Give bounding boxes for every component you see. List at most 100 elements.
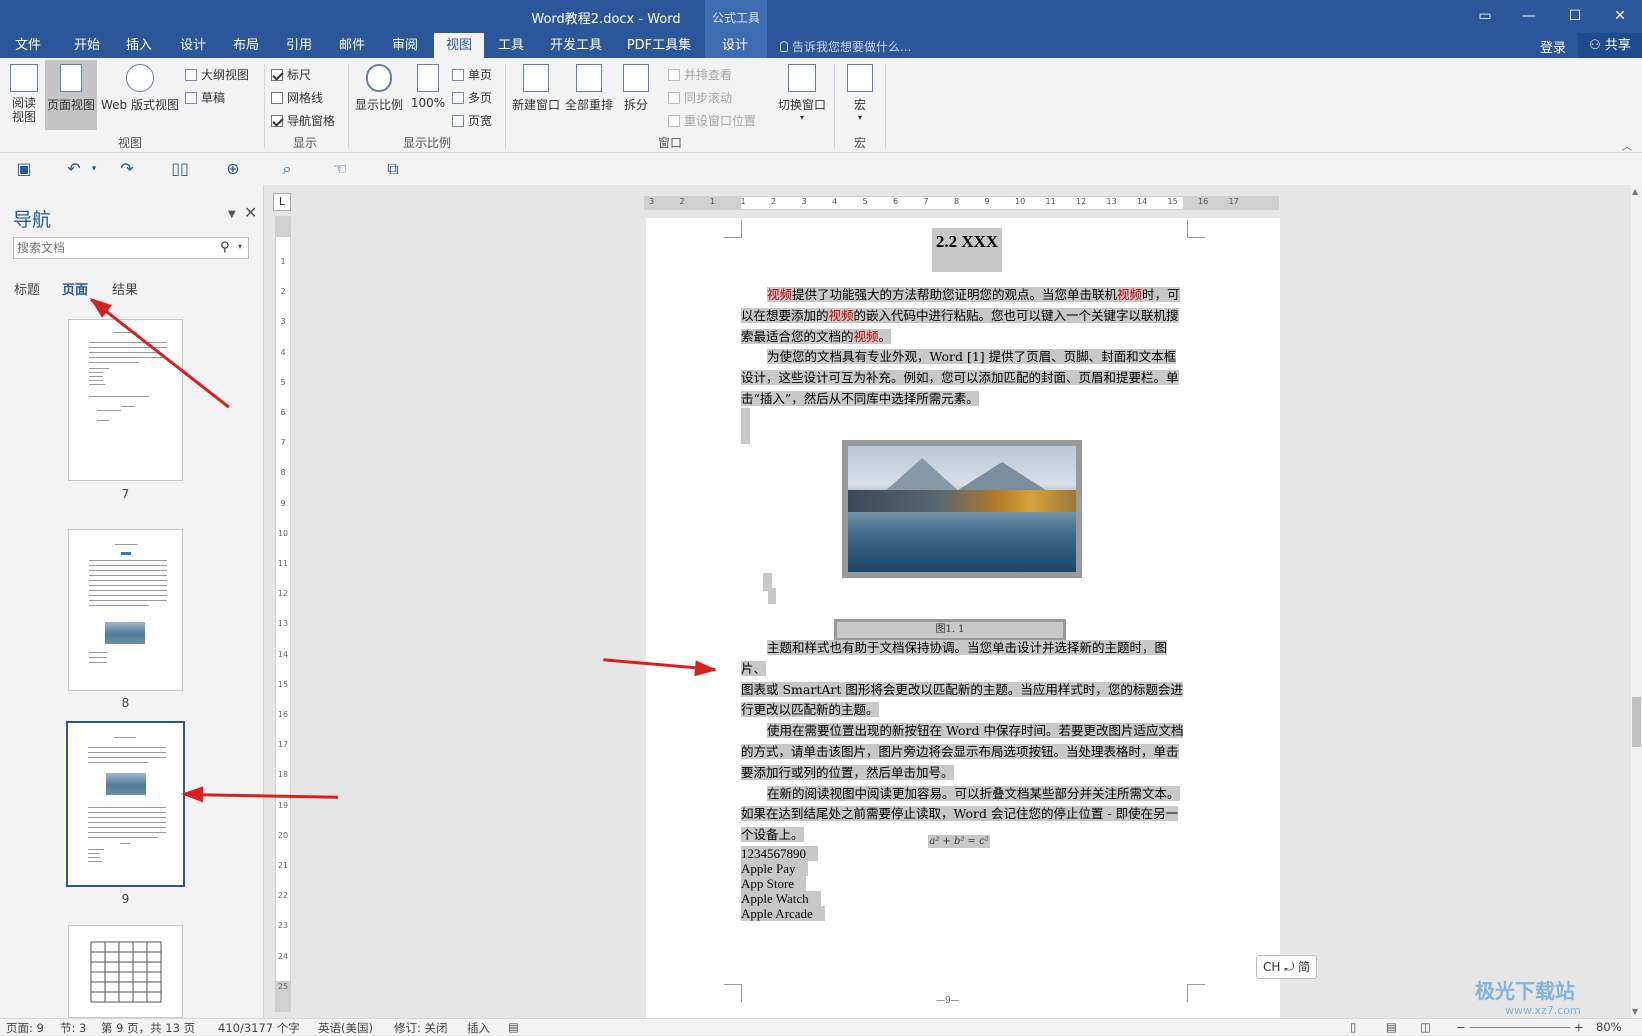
document-image[interactable] <box>842 440 1082 578</box>
print-layout-button[interactable]: 页面视图 <box>45 60 97 130</box>
outline-button[interactable]: 大纲视图 <box>185 66 249 83</box>
status-language[interactable]: 英语(美国) <box>318 1020 373 1036</box>
ruler-mark: 1 <box>710 197 716 206</box>
macro-record-icon[interactable]: ▤ <box>508 1020 519 1034</box>
magnifier-icon <box>366 64 392 92</box>
gridlines-checkbox[interactable]: 网格线 <box>271 89 323 106</box>
view-side-by-side-button[interactable]: 并排查看 <box>668 66 732 83</box>
web-icon[interactable]: ⊕ <box>223 159 243 179</box>
nav-tab-results[interactable]: 结果 <box>112 279 138 298</box>
search-icon[interactable]: ⚲ <box>220 240 230 255</box>
status-page-of[interactable]: 第 9 页，共 13 页 <box>101 1020 195 1036</box>
draft-button[interactable]: 草稿 <box>185 89 225 106</box>
web-layout-button[interactable]: Web 版式视图 <box>99 64 181 113</box>
share-button[interactable]: ⚇ 共享 <box>1578 33 1642 58</box>
touch-mode-icon[interactable]: ☜ <box>330 159 350 179</box>
nav-options-chevron-icon[interactable]: ▼ <box>228 209 236 220</box>
page-thumbnail-8[interactable] <box>68 529 183 691</box>
status-section[interactable]: 节: 3 <box>60 1020 86 1036</box>
ruler-mark: 7 <box>923 197 929 206</box>
synchronous-scrolling-button[interactable]: 同步滚动 <box>668 89 732 106</box>
split-button[interactable]: 拆分 <box>618 64 654 113</box>
tab-file[interactable]: 文件 <box>5 33 51 58</box>
zoom-100-button[interactable]: 100% <box>410 64 446 110</box>
tab-pdf-tools[interactable]: PDF工具集 <box>620 33 698 58</box>
tab-home[interactable]: 开始 <box>64 33 110 58</box>
tab-developer[interactable]: 开发工具 <box>545 33 607 58</box>
vertical-scrollbar[interactable]: ▲ ▼ <box>1631 185 1642 1018</box>
scrollbar-thumb[interactable] <box>1632 697 1641 747</box>
nav-tab-pages[interactable]: 页面 <box>62 279 88 298</box>
tab-insert[interactable]: 插入 <box>116 33 162 58</box>
close-button[interactable]: ✕ <box>1598 3 1642 29</box>
title-bar: Word教程2.docx - Word 公式工具 ▭ — ☐ ✕ 文件 开始 插… <box>0 0 1642 58</box>
tell-me-box[interactable]: 告诉我您想要做什么... <box>780 38 911 55</box>
save-icon[interactable]: ▣ <box>14 159 34 179</box>
zoom-out-icon[interactable]: − <box>1456 1020 1466 1034</box>
redo-icon[interactable]: ↷ <box>117 159 137 179</box>
read-mode-button[interactable]: 阅读 视图 <box>6 64 42 124</box>
ruler-mark: 12 <box>1076 197 1087 206</box>
customize-icon[interactable]: ⧉ <box>383 159 403 179</box>
status-page[interactable]: 页面: 9 <box>6 1020 44 1036</box>
horizontal-ruler[interactable]: 3 2 1 1 2 3 4 5 6 7 8 9 10 11 12 13 14 15 16 17 <box>644 196 1279 210</box>
ruler-checkbox[interactable]: 标尺 <box>271 66 311 83</box>
zoom-slider[interactable] <box>1470 1027 1570 1028</box>
page-thumbnail-9-selected[interactable] <box>66 721 185 887</box>
document-page[interactable]: 2.2 XXX 视频提供了功能强大的方法帮助您证明您的观点。当您单击联机视频时，… <box>646 218 1280 1018</box>
zoom-level[interactable]: 80% <box>1596 1020 1622 1034</box>
zoom-in-icon[interactable]: + <box>1574 1020 1584 1034</box>
tab-review[interactable]: 审阅 <box>382 33 428 58</box>
reset-window-position-button[interactable]: 重设窗口位置 <box>668 112 756 129</box>
globe-icon <box>126 64 154 92</box>
ime-indicator[interactable]: CH ⤾ 简 <box>1256 955 1317 979</box>
switch-windows-button[interactable]: 切换窗口 ▾ <box>775 64 829 122</box>
page-width-button[interactable]: 页宽 <box>452 112 492 129</box>
tab-layout[interactable]: 布局 <box>223 33 269 58</box>
arrange-all-button[interactable]: 全部重排 <box>563 64 615 113</box>
multiple-pages-button[interactable]: 多页 <box>452 89 492 106</box>
macros-button[interactable]: 宏 ▾ <box>840 64 880 122</box>
tab-mailings[interactable]: 邮件 <box>329 33 375 58</box>
equation[interactable]: a² + b² = c² <box>928 835 990 848</box>
ruler-mark: 8 <box>954 197 960 206</box>
navigation-pane-checkbox[interactable]: 导航窗格 <box>271 112 335 129</box>
print-preview-icon[interactable]: ⌕ <box>277 159 297 179</box>
print-layout-icon[interactable]: ▤ <box>1386 1020 1397 1034</box>
minimize-button[interactable]: — <box>1507 3 1551 29</box>
status-word-count[interactable]: 410/3177 个字 <box>218 1020 300 1036</box>
collapse-ribbon-icon[interactable]: ︿ <box>1622 138 1632 153</box>
ruler-mark: 2 <box>771 197 777 206</box>
undo-icon[interactable]: ↶ <box>64 159 84 179</box>
nav-tab-headings[interactable]: 标题 <box>14 279 40 298</box>
nav-close-icon[interactable]: ✕ <box>244 203 257 222</box>
web-layout-icon[interactable]: ◫ <box>1420 1020 1431 1034</box>
list-item: Apple Pay <box>741 861 825 876</box>
status-insert-mode[interactable]: 插入 <box>467 1020 490 1036</box>
status-track-changes[interactable]: 修订: 关闭 <box>394 1020 448 1036</box>
tab-view[interactable]: 视图 <box>434 33 484 58</box>
read-mode-icon[interactable]: ▯ <box>1350 1020 1356 1034</box>
ribbon-display-options-button[interactable]: ▭ <box>1463 3 1507 29</box>
tab-references[interactable]: 引用 <box>276 33 322 58</box>
scroll-down-icon[interactable]: ▼ <box>1632 1007 1638 1016</box>
tab-design[interactable]: 设计 <box>170 33 216 58</box>
maximize-button[interactable]: ☐ <box>1553 3 1597 29</box>
tab-selector[interactable]: L <box>273 193 291 211</box>
page-thumbnail-10[interactable] <box>68 925 183 1018</box>
nav-search-input[interactable] <box>14 238 214 258</box>
zoom-button[interactable]: 显示比例 <box>352 64 406 113</box>
tab-tools[interactable]: 工具 <box>488 33 534 58</box>
page-thumbnail-7[interactable] <box>68 319 183 481</box>
search-dropdown-icon[interactable]: ▾ <box>238 242 242 251</box>
scroll-up-icon[interactable]: ▲ <box>1632 187 1638 196</box>
page-number-label: 7 <box>121 487 130 501</box>
new-window-button[interactable]: 新建窗口 <box>510 64 562 113</box>
one-page-button[interactable]: 单页 <box>452 66 492 83</box>
tab-equation-design[interactable]: 设计 <box>712 33 758 58</box>
page-icon <box>60 64 82 92</box>
read-mode-icon[interactable]: ▯▯ <box>170 159 190 179</box>
sign-in-link[interactable]: 登录 <box>1540 37 1566 56</box>
undo-dropdown-icon[interactable]: ▾ <box>84 159 104 179</box>
vertical-ruler[interactable]: 1 2 3 4 5 6 7 8 9 10 11 12 13 14 15 16 17 18 19 20 21 22 23 24 2… <box>275 216 291 1012</box>
